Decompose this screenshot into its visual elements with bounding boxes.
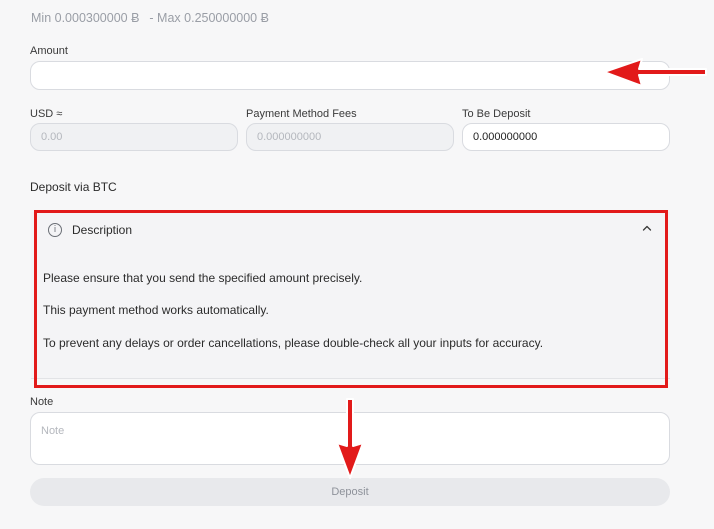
fees-label: Payment Method Fees [246,108,357,120]
max-limit: - Max 0.250000000 Ƀ [149,11,269,25]
usd-label: USD ≈ [30,108,63,120]
description-line: This payment method works automatically. [43,303,269,317]
fees-field: 0.000000000 [246,123,454,151]
deposit-form-page: Min 0.000300000 Ƀ - Max 0.250000000 Ƀ Amo… [0,0,714,529]
usd-field: 0.00 [30,123,238,151]
deposit-limits: Min 0.000300000 Ƀ - Max 0.250000000 Ƀ [31,11,269,25]
deposit-via-heading: Deposit via BTC [30,180,117,194]
min-limit: Min 0.000300000 Ƀ [31,11,140,25]
description-line: Please ensure that you send the specifie… [43,271,363,285]
description-line: To prevent any delays or order cancellat… [43,336,544,350]
note-textarea[interactable]: Note [30,412,670,465]
description-title: Description [72,223,133,237]
note-label: Note [30,396,54,408]
amount-input[interactable] [30,61,670,90]
description-header[interactable]: i Description [31,212,670,248]
deposit-button[interactable]: Deposit [30,478,670,506]
info-icon: i [48,223,62,237]
note-placeholder: Note [41,425,65,437]
amount-label: Amount [30,45,68,57]
description-panel: i Description Please ensure that you sen… [31,212,670,379]
to-be-deposit-field: 0.000000000 [462,123,670,151]
chevron-up-icon[interactable] [640,221,654,235]
to-be-deposit-label: To Be Deposit [462,108,531,120]
